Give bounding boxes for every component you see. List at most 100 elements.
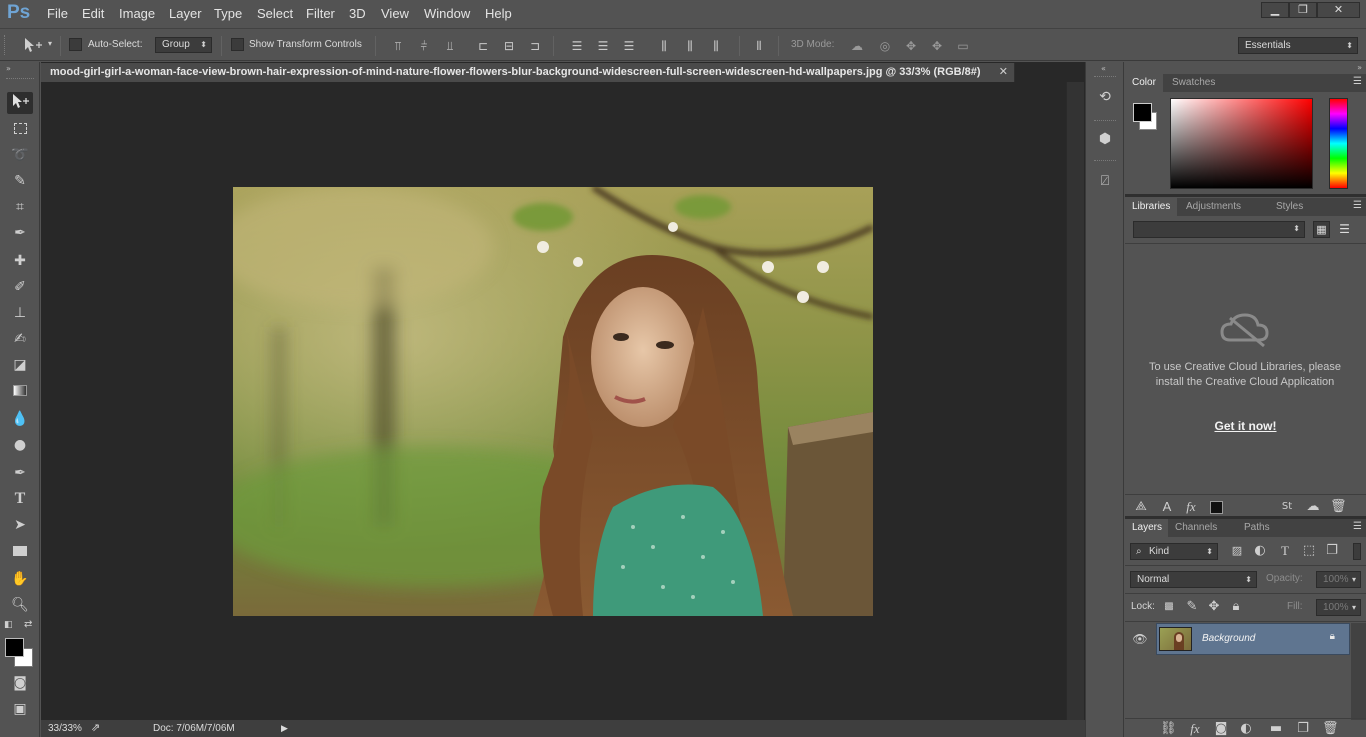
add-mask-icon[interactable]: ◙	[1213, 721, 1229, 737]
zoom-tool[interactable]: 🔍︎	[7, 594, 33, 616]
panel-menu-icon[interactable]: ☰	[1353, 200, 1362, 211]
zoom-level[interactable]: 33/33%	[48, 723, 82, 734]
grip-handle[interactable]	[6, 78, 34, 80]
brush-tool[interactable]: ✐	[7, 276, 33, 298]
fill-field[interactable]: 100% ▾	[1316, 599, 1361, 616]
layer-row-selected[interactable]: Background 🔒︎	[1156, 623, 1350, 655]
align-horizontal-center-icon[interactable]: ⊟	[501, 38, 517, 54]
grip-handle[interactable]	[1094, 76, 1116, 77]
swap-colors-icon[interactable]: ⇄	[24, 619, 32, 630]
layer-row[interactable]: 👁︎ Background 🔒︎	[1125, 623, 1366, 655]
new-layer-icon[interactable]: ❐	[1295, 721, 1311, 737]
stock-icon[interactable]: St	[1279, 499, 1295, 515]
filter-adjustment-icon[interactable]: ◐	[1252, 543, 1268, 559]
gradient-tool[interactable]	[7, 380, 33, 402]
slide-3d-icon[interactable]: ✥	[929, 38, 945, 54]
vertical-scrollbar[interactable]	[1066, 82, 1084, 720]
pan-3d-icon[interactable]: ✥	[903, 38, 919, 54]
paragraph-panel-button[interactable]: ⍁	[1094, 170, 1116, 192]
tab-layers[interactable]: Layers	[1125, 519, 1170, 537]
menu-type[interactable]: Type	[214, 6, 242, 21]
distribute-vcenter-icon[interactable]: ☰	[595, 38, 611, 54]
quick-mask-tool[interactable]: ◙	[7, 672, 33, 694]
distribute-top-icon[interactable]: ☰	[569, 38, 585, 54]
menu-layer[interactable]: Layer	[169, 6, 202, 21]
filter-type-icon[interactable]: T	[1277, 543, 1293, 559]
3d-panel-button[interactable]: ⬢	[1094, 128, 1116, 150]
menu-view[interactable]: View	[381, 6, 409, 21]
tab-adjustments[interactable]: Adjustments	[1179, 198, 1249, 216]
restore-button[interactable]: ❐	[1289, 2, 1317, 18]
menu-3d[interactable]: 3D	[349, 6, 366, 21]
layer-name[interactable]: Background	[1202, 633, 1255, 644]
tab-styles[interactable]: Styles	[1269, 198, 1311, 216]
document-image[interactable]	[233, 187, 873, 616]
healing-brush-tool[interactable]: ✚	[7, 250, 33, 272]
trash-icon[interactable]: 🗑︎	[1330, 499, 1347, 515]
history-brush-tool[interactable]: ✍	[7, 328, 33, 350]
scale-3d-icon[interactable]: ▭	[955, 38, 971, 54]
history-panel-button[interactable]: ⟲	[1094, 86, 1116, 108]
document-tab[interactable]: mood-girl-girl-a-woman-face-view-brown-h…	[41, 63, 1015, 82]
lock-transparent-icon[interactable]: ▩	[1161, 599, 1177, 615]
new-group-icon[interactable]: ▬	[1268, 721, 1284, 737]
align-vertical-center-icon[interactable]: ⫩	[416, 38, 432, 54]
align-right-icon[interactable]: ⊐	[527, 38, 543, 54]
panel-menu-icon[interactable]: ☰	[1353, 521, 1362, 532]
menu-image[interactable]: Image	[119, 6, 155, 21]
layer-filter-kind-dropdown[interactable]: ⌕ Kind ⬍	[1130, 543, 1218, 560]
eye-visibility-icon[interactable]: 👁︎	[1132, 631, 1148, 647]
add-text-icon[interactable]: A	[1159, 499, 1175, 515]
distribute-left-icon[interactable]: ⫼	[656, 38, 672, 54]
add-graphic-icon[interactable]: ⟁	[1133, 499, 1149, 515]
hand-tool[interactable]: ✋	[7, 568, 33, 590]
menu-select[interactable]: Select	[257, 6, 293, 21]
collapse-panels-icon[interactable]: »	[1357, 63, 1362, 72]
tab-swatches[interactable]: Swatches	[1165, 74, 1223, 92]
lock-all-icon[interactable]: 🔒︎	[1228, 599, 1244, 615]
eyedropper-tool[interactable]: ✒	[7, 222, 33, 244]
hue-slider[interactable]	[1329, 98, 1348, 189]
roll-3d-icon[interactable]: ◎	[877, 38, 893, 54]
distribute-right-icon[interactable]: ⫼	[708, 38, 724, 54]
status-menu-arrow-icon[interactable]: ▶	[281, 723, 288, 734]
default-colors-icon[interactable]: ◧	[4, 620, 13, 630]
menu-file[interactable]: File	[47, 6, 68, 21]
close-window-button[interactable]: ✕	[1317, 2, 1360, 18]
clone-stamp-tool[interactable]: ⊥	[7, 302, 33, 324]
cloud-sync-icon[interactable]: ☁	[1305, 499, 1321, 515]
layer-style-icon[interactable]: fx	[1187, 721, 1203, 737]
auto-select-checkbox[interactable]	[69, 38, 82, 51]
tab-libraries[interactable]: Libraries	[1125, 198, 1178, 216]
blur-tool[interactable]: 💧	[7, 408, 33, 430]
add-style-icon[interactable]: fx	[1183, 499, 1199, 515]
distribute-hcenter-icon[interactable]: ⫼	[682, 38, 698, 54]
lasso-tool[interactable]: ➰	[7, 144, 33, 166]
grip-handle[interactable]	[1094, 160, 1116, 161]
distribute-bottom-icon[interactable]: ☰	[621, 38, 637, 54]
opacity-field[interactable]: 100% ▾	[1316, 571, 1361, 588]
auto-select-target-dropdown[interactable]: Group ⬍	[155, 37, 212, 53]
add-color-icon[interactable]	[1210, 501, 1223, 514]
export-icon[interactable]: ⇗	[91, 721, 100, 734]
filter-smart-object-icon[interactable]: ❐	[1324, 543, 1340, 559]
workspace-dropdown[interactable]: Essentials ⬍	[1238, 37, 1358, 54]
grip-handle[interactable]	[4, 35, 6, 55]
orbit-3d-icon[interactable]: ☁	[849, 38, 865, 54]
grip-handle[interactable]	[1094, 120, 1116, 121]
type-tool[interactable]: T	[7, 488, 33, 510]
link-layers-icon[interactable]: ⛓︎	[1160, 721, 1177, 737]
list-view-button[interactable]: ☰	[1336, 221, 1353, 238]
tab-paths[interactable]: Paths	[1237, 519, 1277, 537]
eraser-tool[interactable]: ◪	[7, 354, 33, 376]
pen-tool[interactable]: ✒	[7, 462, 33, 484]
align-top-icon[interactable]: ⫪	[390, 38, 406, 54]
quick-selection-tool[interactable]: ✎	[7, 170, 33, 192]
menu-help[interactable]: Help	[485, 6, 512, 21]
menu-filter[interactable]: Filter	[306, 6, 335, 21]
foreground-color-swatch[interactable]	[5, 638, 24, 657]
chevron-down-icon[interactable]: ▾	[48, 39, 52, 48]
color-spectrum-field[interactable]	[1170, 98, 1313, 189]
align-left-icon[interactable]: ⊏	[475, 38, 491, 54]
menu-window[interactable]: Window	[424, 6, 470, 21]
